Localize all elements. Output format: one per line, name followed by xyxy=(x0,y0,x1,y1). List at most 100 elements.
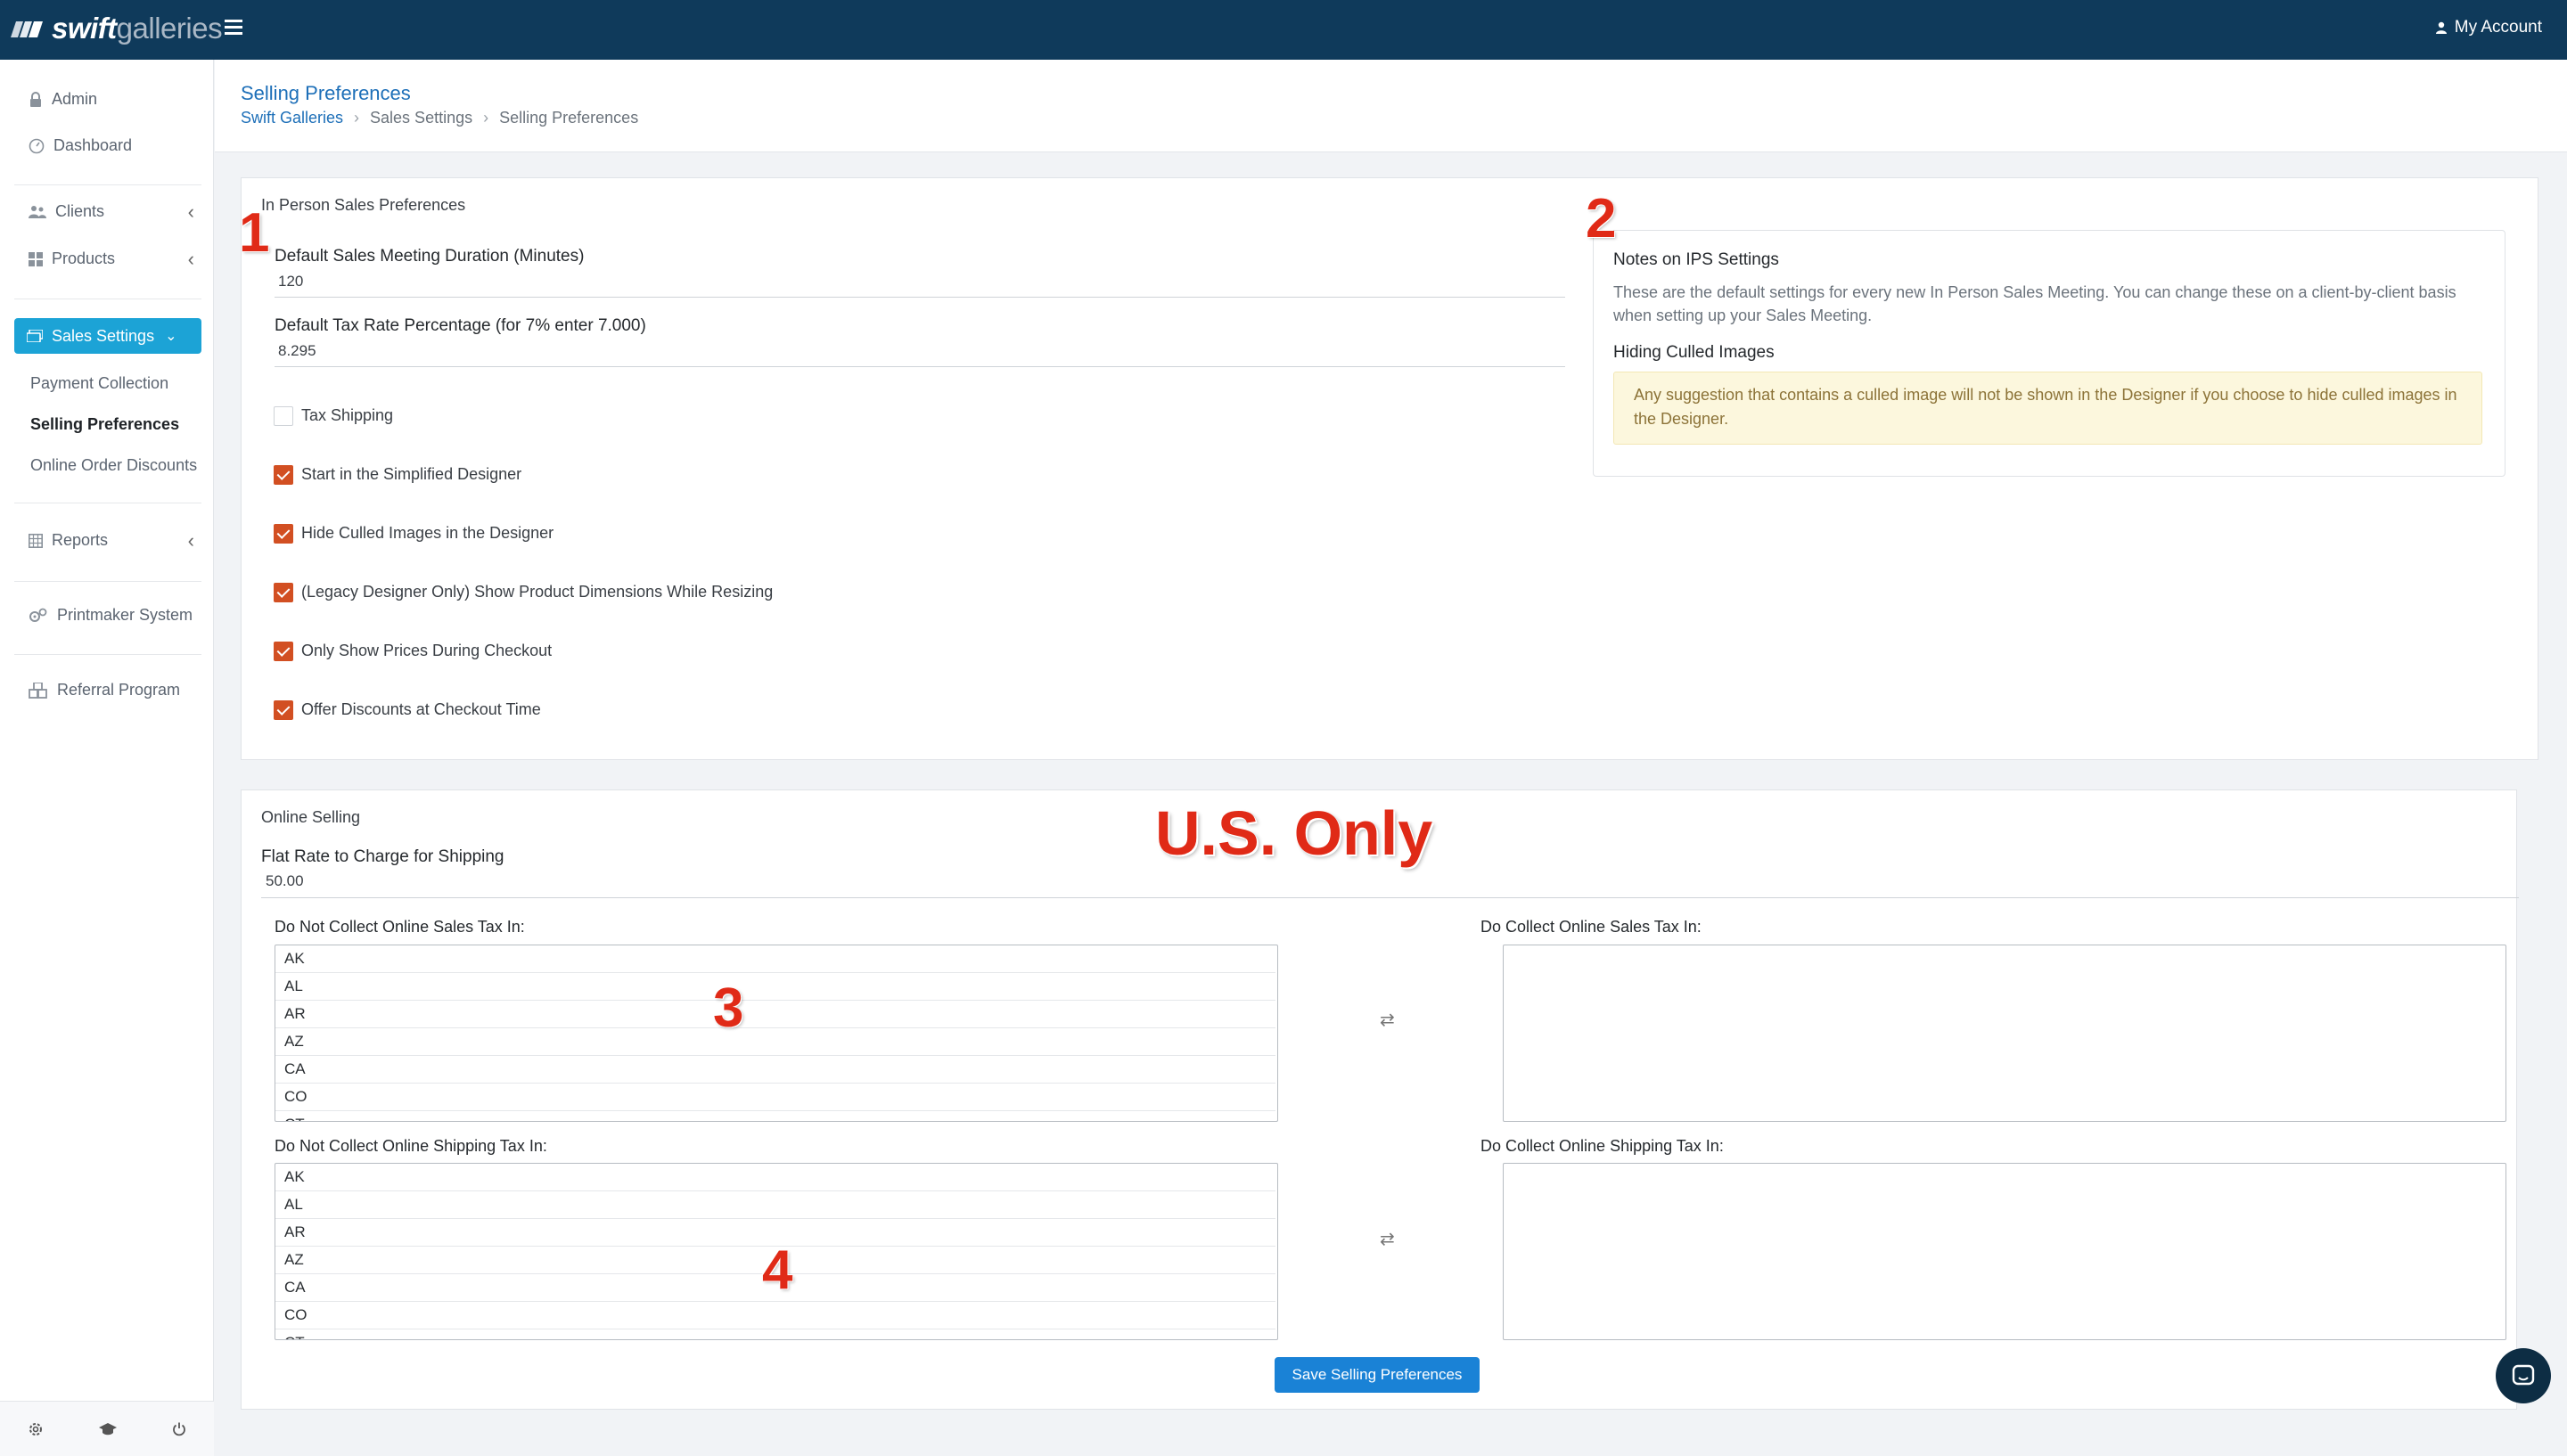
sidebar-item-label: Printmaker System xyxy=(57,606,193,624)
cards-icon xyxy=(27,330,43,342)
breadcrumb-link-sales-settings[interactable]: Sales Settings xyxy=(370,109,472,127)
top-navbar: swiftgalleries My Account xyxy=(0,0,2567,60)
sidebar-item-referral[interactable]: Referral Program xyxy=(29,681,180,699)
tax-shipping-label: Tax Shipping xyxy=(301,406,394,424)
sales-tax-label: Do Collect Online Sales Tax In: xyxy=(1480,918,1702,936)
annotation-1: 1 xyxy=(239,202,270,264)
hide-culled-checkbox[interactable] xyxy=(274,524,293,544)
simplified-designer-checkbox[interactable] xyxy=(274,465,293,485)
gauge-icon xyxy=(29,138,45,153)
sidebar-item-products[interactable]: Products ‹ xyxy=(29,248,194,270)
chevron-right-icon: › xyxy=(354,109,360,127)
no-sales-tax-list[interactable]: AK AL AR AZ CA CO CT xyxy=(275,945,1278,1122)
chevron-left-icon: ‹ xyxy=(187,200,194,223)
lock-icon xyxy=(30,91,41,107)
list-item[interactable]: CA xyxy=(275,1056,1275,1084)
chevron-left-icon: ‹ xyxy=(187,247,194,270)
simplified-designer-label: Start in the Simplified Designer xyxy=(301,465,522,483)
sidebar-subitem-payment-collection[interactable]: Payment Collection xyxy=(30,374,168,393)
online-section-title: Online Selling xyxy=(261,808,361,826)
sidebar-divider xyxy=(14,581,201,582)
list-item[interactable]: CT xyxy=(275,1329,1275,1339)
list-item[interactable]: AL xyxy=(275,973,1275,1001)
notes-text: These are the default settings for every… xyxy=(1613,283,2456,324)
save-selling-preferences-button[interactable]: Save Selling Preferences xyxy=(1275,1357,1480,1393)
tax-rate-label: Default Tax Rate Percentage (for 7% ente… xyxy=(275,316,646,335)
swap-sales-tax-icon[interactable]: ⇄ xyxy=(1380,1009,1395,1031)
annotation-3: 3 xyxy=(713,977,744,1039)
annotation-4: 4 xyxy=(762,1239,793,1301)
user-icon xyxy=(2435,21,2447,34)
no-sales-tax-label: Do Not Collect Online Sales Tax In: xyxy=(275,918,525,936)
flat-rate-label: Flat Rate to Charge for Shipping xyxy=(261,847,504,866)
cubes-icon xyxy=(29,682,47,699)
breadcrumb-link-home[interactable]: Swift Galleries xyxy=(241,109,343,127)
ship-tax-label: Do Collect Online Shipping Tax In: xyxy=(1480,1137,1724,1155)
duration-underline xyxy=(275,297,1565,298)
offer-discounts-checkbox[interactable] xyxy=(274,700,293,720)
logo-icon xyxy=(11,21,43,37)
list-item[interactable]: AL xyxy=(275,1191,1275,1219)
grid-icon xyxy=(29,251,43,266)
page-title: Selling Preferences xyxy=(241,82,411,104)
gears-icon xyxy=(29,608,47,622)
app-logo[interactable]: swiftgalleries xyxy=(9,11,223,46)
chevron-right-icon: › xyxy=(483,109,489,127)
swap-ship-tax-icon[interactable]: ⇄ xyxy=(1380,1228,1395,1250)
flat-rate-underline xyxy=(261,897,2519,898)
list-item[interactable]: AK xyxy=(275,945,1275,973)
list-item[interactable]: CO xyxy=(275,1084,1275,1111)
flat-rate-input[interactable]: 50.00 xyxy=(266,872,304,890)
my-account-menu[interactable]: My Account xyxy=(2435,18,2542,37)
notes-title: Notes on IPS Settings xyxy=(1613,250,1779,269)
annotation-2: 2 xyxy=(1586,188,1617,249)
tax-rate-underline xyxy=(275,366,1565,367)
list-item[interactable]: AK xyxy=(275,1164,1275,1191)
sales-tax-list[interactable] xyxy=(1503,945,2506,1122)
sidebar: Admin Dashboard Clients ‹ Products ‹ xyxy=(0,60,214,1456)
ips-notes-panel: Notes on IPS Settings These are the defa… xyxy=(1593,230,2505,477)
table-icon xyxy=(29,533,43,548)
sidebar-item-clients[interactable]: Clients ‹ xyxy=(29,200,194,223)
prices-checkout-checkbox[interactable] xyxy=(274,642,293,661)
chevron-down-icon: ⌄ xyxy=(165,329,177,344)
chat-icon xyxy=(2512,1364,2535,1386)
page-header xyxy=(215,60,2567,152)
chat-launcher[interactable] xyxy=(2496,1348,2551,1403)
sidebar-item-label: Sales Settings xyxy=(52,326,155,345)
users-icon xyxy=(29,205,46,218)
no-ship-tax-label: Do Not Collect Online Shipping Tax In: xyxy=(275,1137,547,1155)
sidebar-item-label: Referral Program xyxy=(57,681,181,699)
sidebar-item-printmaker[interactable]: Printmaker System xyxy=(29,606,193,625)
sidebar-item-label: Clients xyxy=(55,202,105,220)
sidebar-item-sales-settings[interactable]: Sales Settings ⌄ xyxy=(14,318,201,354)
list-item[interactable]: CO xyxy=(275,1302,1275,1329)
list-item[interactable]: AZ xyxy=(275,1028,1275,1056)
sidebar-subitem-online-order-discounts[interactable]: Online Order Discounts xyxy=(30,456,197,475)
hide-culled-label: Hide Culled Images in the Designer xyxy=(301,524,554,542)
breadcrumb-current: Selling Preferences xyxy=(499,109,639,127)
graduation-cap-icon[interactable] xyxy=(99,1422,117,1436)
sidebar-subitem-selling-preferences[interactable]: Selling Preferences xyxy=(30,415,179,434)
power-icon[interactable] xyxy=(172,1422,186,1436)
duration-input[interactable]: 120 xyxy=(278,273,303,290)
us-only-annotation: U.S. Only xyxy=(1155,798,1433,868)
tax-rate-input[interactable]: 8.295 xyxy=(278,342,316,360)
sidebar-item-admin[interactable]: Admin xyxy=(29,90,97,109)
duration-label: Default Sales Meeting Duration (Minutes) xyxy=(275,247,585,266)
prices-checkout-label: Only Show Prices During Checkout xyxy=(301,642,553,659)
menu-toggle-icon[interactable] xyxy=(225,20,242,37)
sidebar-item-dashboard[interactable]: Dashboard xyxy=(29,136,132,155)
breadcrumb: Swift Galleries › Sales Settings › Selli… xyxy=(241,109,638,127)
ship-tax-list[interactable] xyxy=(1503,1163,2506,1340)
list-item[interactable]: AR xyxy=(275,1001,1275,1028)
sidebar-item-reports[interactable]: Reports ‹ xyxy=(29,529,194,552)
sidebar-item-label: Dashboard xyxy=(53,136,133,154)
sidebar-divider xyxy=(14,654,201,655)
chevron-left-icon: ‹ xyxy=(187,528,194,552)
product-dimensions-checkbox[interactable] xyxy=(274,583,293,602)
gear-icon[interactable] xyxy=(28,1421,44,1437)
list-item[interactable]: CT xyxy=(275,1111,1275,1121)
my-account-label: My Account xyxy=(2454,18,2542,37)
tax-shipping-checkbox[interactable] xyxy=(274,406,293,426)
